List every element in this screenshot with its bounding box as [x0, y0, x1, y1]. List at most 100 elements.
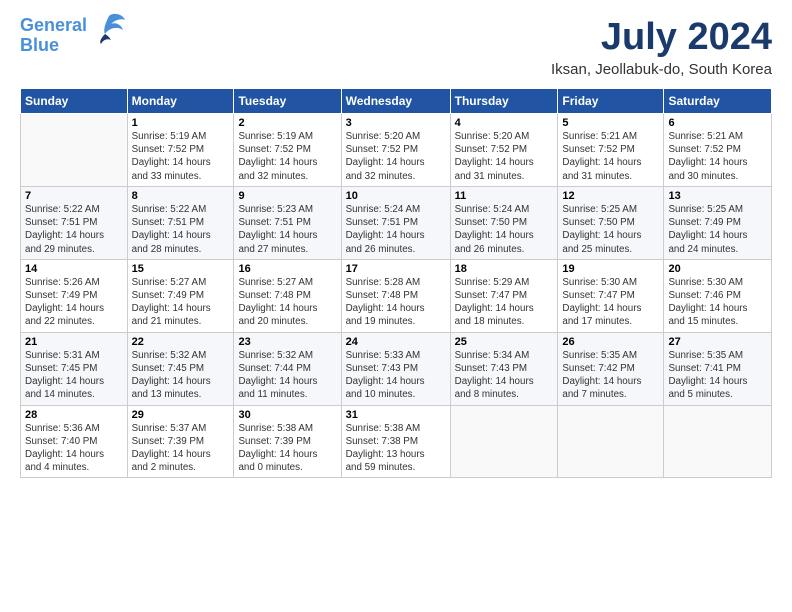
day-number: 24	[346, 336, 446, 348]
calendar-week-row: 28Sunrise: 5:36 AM Sunset: 7:40 PM Dayli…	[21, 405, 772, 478]
day-info: Sunrise: 5:19 AM Sunset: 7:52 PM Dayligh…	[238, 130, 336, 183]
day-number: 30	[238, 409, 336, 421]
calendar-cell: 12Sunrise: 5:25 AM Sunset: 7:50 PM Dayli…	[558, 186, 664, 259]
calendar-cell: 22Sunrise: 5:32 AM Sunset: 7:45 PM Dayli…	[127, 332, 234, 405]
calendar-cell: 27Sunrise: 5:35 AM Sunset: 7:41 PM Dayli…	[664, 332, 772, 405]
day-number: 12	[562, 190, 659, 202]
calendar-cell: 7Sunrise: 5:22 AM Sunset: 7:51 PM Daylig…	[21, 186, 128, 259]
calendar-cell: 11Sunrise: 5:24 AM Sunset: 7:50 PM Dayli…	[450, 186, 558, 259]
weekday-header-wednesday: Wednesday	[341, 89, 450, 114]
title-area: July 2024 Iksan, Jeollabuk-do, South Kor…	[551, 16, 772, 78]
calendar-cell: 23Sunrise: 5:32 AM Sunset: 7:44 PM Dayli…	[234, 332, 341, 405]
calendar-week-row: 1Sunrise: 5:19 AM Sunset: 7:52 PM Daylig…	[21, 114, 772, 187]
calendar-cell: 9Sunrise: 5:23 AM Sunset: 7:51 PM Daylig…	[234, 186, 341, 259]
day-number: 31	[346, 409, 446, 421]
day-info: Sunrise: 5:38 AM Sunset: 7:38 PM Dayligh…	[346, 422, 446, 475]
calendar-table: SundayMondayTuesdayWednesdayThursdayFrid…	[20, 88, 772, 478]
calendar-week-row: 14Sunrise: 5:26 AM Sunset: 7:49 PM Dayli…	[21, 259, 772, 332]
day-info: Sunrise: 5:19 AM Sunset: 7:52 PM Dayligh…	[132, 130, 230, 183]
logo-blue: Blue	[20, 35, 59, 55]
day-info: Sunrise: 5:34 AM Sunset: 7:43 PM Dayligh…	[455, 349, 554, 402]
day-info: Sunrise: 5:35 AM Sunset: 7:41 PM Dayligh…	[668, 349, 767, 402]
day-number: 20	[668, 263, 767, 275]
day-info: Sunrise: 5:24 AM Sunset: 7:51 PM Dayligh…	[346, 203, 446, 256]
location-subtitle: Iksan, Jeollabuk-do, South Korea	[551, 61, 772, 78]
calendar-cell: 19Sunrise: 5:30 AM Sunset: 7:47 PM Dayli…	[558, 259, 664, 332]
calendar-cell: 2Sunrise: 5:19 AM Sunset: 7:52 PM Daylig…	[234, 114, 341, 187]
calendar-cell	[558, 405, 664, 478]
day-info: Sunrise: 5:21 AM Sunset: 7:52 PM Dayligh…	[562, 130, 659, 183]
day-info: Sunrise: 5:30 AM Sunset: 7:46 PM Dayligh…	[668, 276, 767, 329]
calendar-cell: 25Sunrise: 5:34 AM Sunset: 7:43 PM Dayli…	[450, 332, 558, 405]
day-number: 2	[238, 117, 336, 129]
day-number: 1	[132, 117, 230, 129]
day-number: 17	[346, 263, 446, 275]
calendar-cell: 29Sunrise: 5:37 AM Sunset: 7:39 PM Dayli…	[127, 405, 234, 478]
day-info: Sunrise: 5:25 AM Sunset: 7:50 PM Dayligh…	[562, 203, 659, 256]
day-number: 6	[668, 117, 767, 129]
day-info: Sunrise: 5:20 AM Sunset: 7:52 PM Dayligh…	[455, 130, 554, 183]
calendar-cell: 8Sunrise: 5:22 AM Sunset: 7:51 PM Daylig…	[127, 186, 234, 259]
calendar-cell: 15Sunrise: 5:27 AM Sunset: 7:49 PM Dayli…	[127, 259, 234, 332]
calendar-header-row: SundayMondayTuesdayWednesdayThursdayFrid…	[21, 89, 772, 114]
calendar-cell: 24Sunrise: 5:33 AM Sunset: 7:43 PM Dayli…	[341, 332, 450, 405]
weekday-header-monday: Monday	[127, 89, 234, 114]
calendar-cell: 10Sunrise: 5:24 AM Sunset: 7:51 PM Dayli…	[341, 186, 450, 259]
weekday-header-friday: Friday	[558, 89, 664, 114]
calendar-cell: 30Sunrise: 5:38 AM Sunset: 7:39 PM Dayli…	[234, 405, 341, 478]
day-info: Sunrise: 5:22 AM Sunset: 7:51 PM Dayligh…	[132, 203, 230, 256]
calendar-cell	[450, 405, 558, 478]
calendar-cell: 28Sunrise: 5:36 AM Sunset: 7:40 PM Dayli…	[21, 405, 128, 478]
day-number: 4	[455, 117, 554, 129]
day-info: Sunrise: 5:37 AM Sunset: 7:39 PM Dayligh…	[132, 422, 230, 475]
weekday-header-tuesday: Tuesday	[234, 89, 341, 114]
day-number: 5	[562, 117, 659, 129]
day-info: Sunrise: 5:29 AM Sunset: 7:47 PM Dayligh…	[455, 276, 554, 329]
calendar-cell: 6Sunrise: 5:21 AM Sunset: 7:52 PM Daylig…	[664, 114, 772, 187]
header: General Blue July 2024 Iksan, Jeollabuk-…	[20, 16, 772, 78]
day-number: 21	[25, 336, 123, 348]
day-info: Sunrise: 5:36 AM Sunset: 7:40 PM Dayligh…	[25, 422, 123, 475]
day-info: Sunrise: 5:23 AM Sunset: 7:51 PM Dayligh…	[238, 203, 336, 256]
day-number: 3	[346, 117, 446, 129]
calendar-cell: 21Sunrise: 5:31 AM Sunset: 7:45 PM Dayli…	[21, 332, 128, 405]
day-info: Sunrise: 5:33 AM Sunset: 7:43 PM Dayligh…	[346, 349, 446, 402]
calendar-cell	[664, 405, 772, 478]
day-number: 15	[132, 263, 230, 275]
calendar-week-row: 21Sunrise: 5:31 AM Sunset: 7:45 PM Dayli…	[21, 332, 772, 405]
day-info: Sunrise: 5:24 AM Sunset: 7:50 PM Dayligh…	[455, 203, 554, 256]
day-number: 29	[132, 409, 230, 421]
day-info: Sunrise: 5:35 AM Sunset: 7:42 PM Dayligh…	[562, 349, 659, 402]
day-number: 23	[238, 336, 336, 348]
calendar-cell: 4Sunrise: 5:20 AM Sunset: 7:52 PM Daylig…	[450, 114, 558, 187]
day-info: Sunrise: 5:25 AM Sunset: 7:49 PM Dayligh…	[668, 203, 767, 256]
calendar-cell: 17Sunrise: 5:28 AM Sunset: 7:48 PM Dayli…	[341, 259, 450, 332]
day-number: 9	[238, 190, 336, 202]
day-info: Sunrise: 5:22 AM Sunset: 7:51 PM Dayligh…	[25, 203, 123, 256]
day-number: 18	[455, 263, 554, 275]
day-number: 8	[132, 190, 230, 202]
calendar-cell: 14Sunrise: 5:26 AM Sunset: 7:49 PM Dayli…	[21, 259, 128, 332]
logo-text: General Blue	[20, 16, 87, 56]
day-number: 11	[455, 190, 554, 202]
page-container: General Blue July 2024 Iksan, Jeollabuk-…	[0, 0, 792, 488]
day-info: Sunrise: 5:31 AM Sunset: 7:45 PM Dayligh…	[25, 349, 123, 402]
day-number: 14	[25, 263, 123, 275]
day-number: 7	[25, 190, 123, 202]
weekday-header-sunday: Sunday	[21, 89, 128, 114]
calendar-cell: 13Sunrise: 5:25 AM Sunset: 7:49 PM Dayli…	[664, 186, 772, 259]
day-info: Sunrise: 5:26 AM Sunset: 7:49 PM Dayligh…	[25, 276, 123, 329]
logo-general: General	[20, 15, 87, 35]
day-info: Sunrise: 5:28 AM Sunset: 7:48 PM Dayligh…	[346, 276, 446, 329]
weekday-header-thursday: Thursday	[450, 89, 558, 114]
day-number: 10	[346, 190, 446, 202]
day-info: Sunrise: 5:32 AM Sunset: 7:44 PM Dayligh…	[238, 349, 336, 402]
day-info: Sunrise: 5:38 AM Sunset: 7:39 PM Dayligh…	[238, 422, 336, 475]
calendar-cell: 3Sunrise: 5:20 AM Sunset: 7:52 PM Daylig…	[341, 114, 450, 187]
calendar-cell: 20Sunrise: 5:30 AM Sunset: 7:46 PM Dayli…	[664, 259, 772, 332]
calendar-cell: 26Sunrise: 5:35 AM Sunset: 7:42 PM Dayli…	[558, 332, 664, 405]
calendar-cell: 31Sunrise: 5:38 AM Sunset: 7:38 PM Dayli…	[341, 405, 450, 478]
calendar-cell: 16Sunrise: 5:27 AM Sunset: 7:48 PM Dayli…	[234, 259, 341, 332]
day-info: Sunrise: 5:21 AM Sunset: 7:52 PM Dayligh…	[668, 130, 767, 183]
day-number: 22	[132, 336, 230, 348]
